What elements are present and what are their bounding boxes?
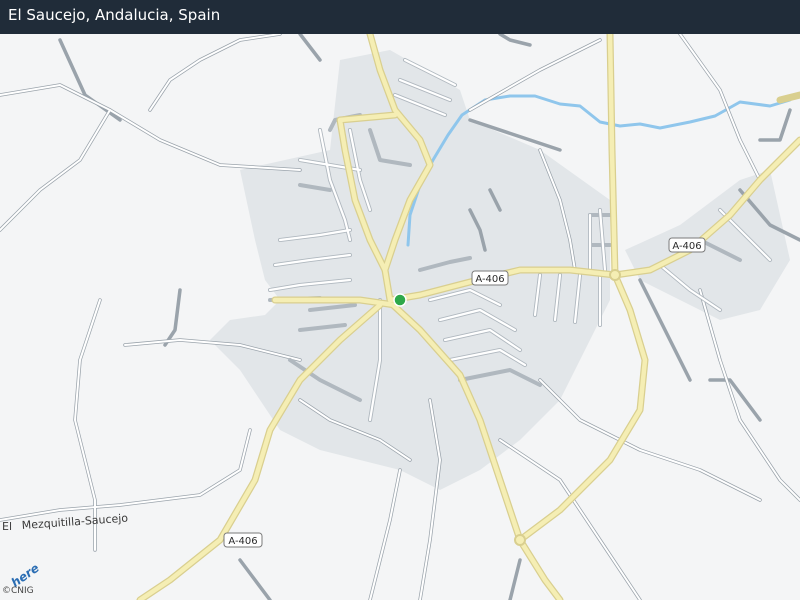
map-canvas[interactable]: A-406 A-406 A-406 El Mezquitilla-Saucejo…	[0, 0, 800, 600]
road-shield-label: A-406	[228, 536, 257, 547]
map-title-bar: El Saucejo, Andalucia, Spain	[0, 0, 800, 34]
road-shield: A-406	[471, 270, 509, 286]
roundabout	[514, 534, 526, 546]
location-marker[interactable]	[393, 293, 407, 307]
roundabout	[609, 269, 621, 281]
road-shield-label: A-406	[475, 274, 504, 285]
map-view[interactable]: A-406 A-406 A-406 El Mezquitilla-Saucejo…	[0, 0, 800, 600]
road-shield: A-406	[223, 532, 263, 548]
road-shield: A-406	[668, 237, 706, 253]
copyright-text: ©CNIG	[2, 586, 34, 596]
place-label-west: El	[2, 520, 12, 533]
urban-area	[210, 50, 790, 490]
location-title: El Saucejo, Andalucia, Spain	[8, 6, 221, 24]
road-shield-label: A-406	[672, 241, 701, 252]
